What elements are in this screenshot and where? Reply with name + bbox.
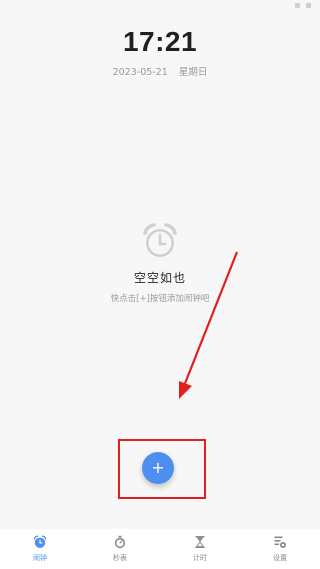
bottom-nav: 闹钟 秒表 计时 设置 [0, 529, 320, 569]
signal-icon [295, 3, 300, 8]
hourglass-icon [195, 536, 205, 548]
nav-item-alarm[interactable]: 闹钟 [0, 529, 80, 569]
date-row: 2023-05-21 星期日 [0, 64, 320, 78]
nav-item-timer[interactable]: 计时 [160, 529, 240, 569]
nav-label-stopwatch: 秒表 [113, 554, 127, 562]
battery-icon [306, 3, 311, 8]
plus-icon: + [151, 458, 165, 477]
add-alarm-button[interactable]: + [142, 452, 174, 484]
alarm-clock-icon [141, 222, 179, 260]
nav-item-stopwatch[interactable]: 秒表 [80, 529, 160, 569]
status-bar [0, 0, 320, 14]
clock-date: 2023-05-21 [112, 67, 168, 78]
nav-label-alarm: 闹钟 [33, 554, 47, 562]
nav-label-settings: 设置 [273, 554, 287, 562]
empty-state-hint: 快点击[+]按钮添加闹钟吧 [110, 294, 210, 304]
empty-state-title: 空空如也 [133, 271, 186, 285]
stopwatch-icon [114, 535, 126, 549]
clock-time: 17:21 [122, 26, 198, 57]
clock-weekday: 星期日 [178, 67, 208, 78]
nav-label-timer: 计时 [193, 554, 207, 562]
alarm-icon [33, 535, 47, 548]
settings-icon [274, 536, 286, 548]
nav-item-settings[interactable]: 设置 [240, 529, 320, 569]
